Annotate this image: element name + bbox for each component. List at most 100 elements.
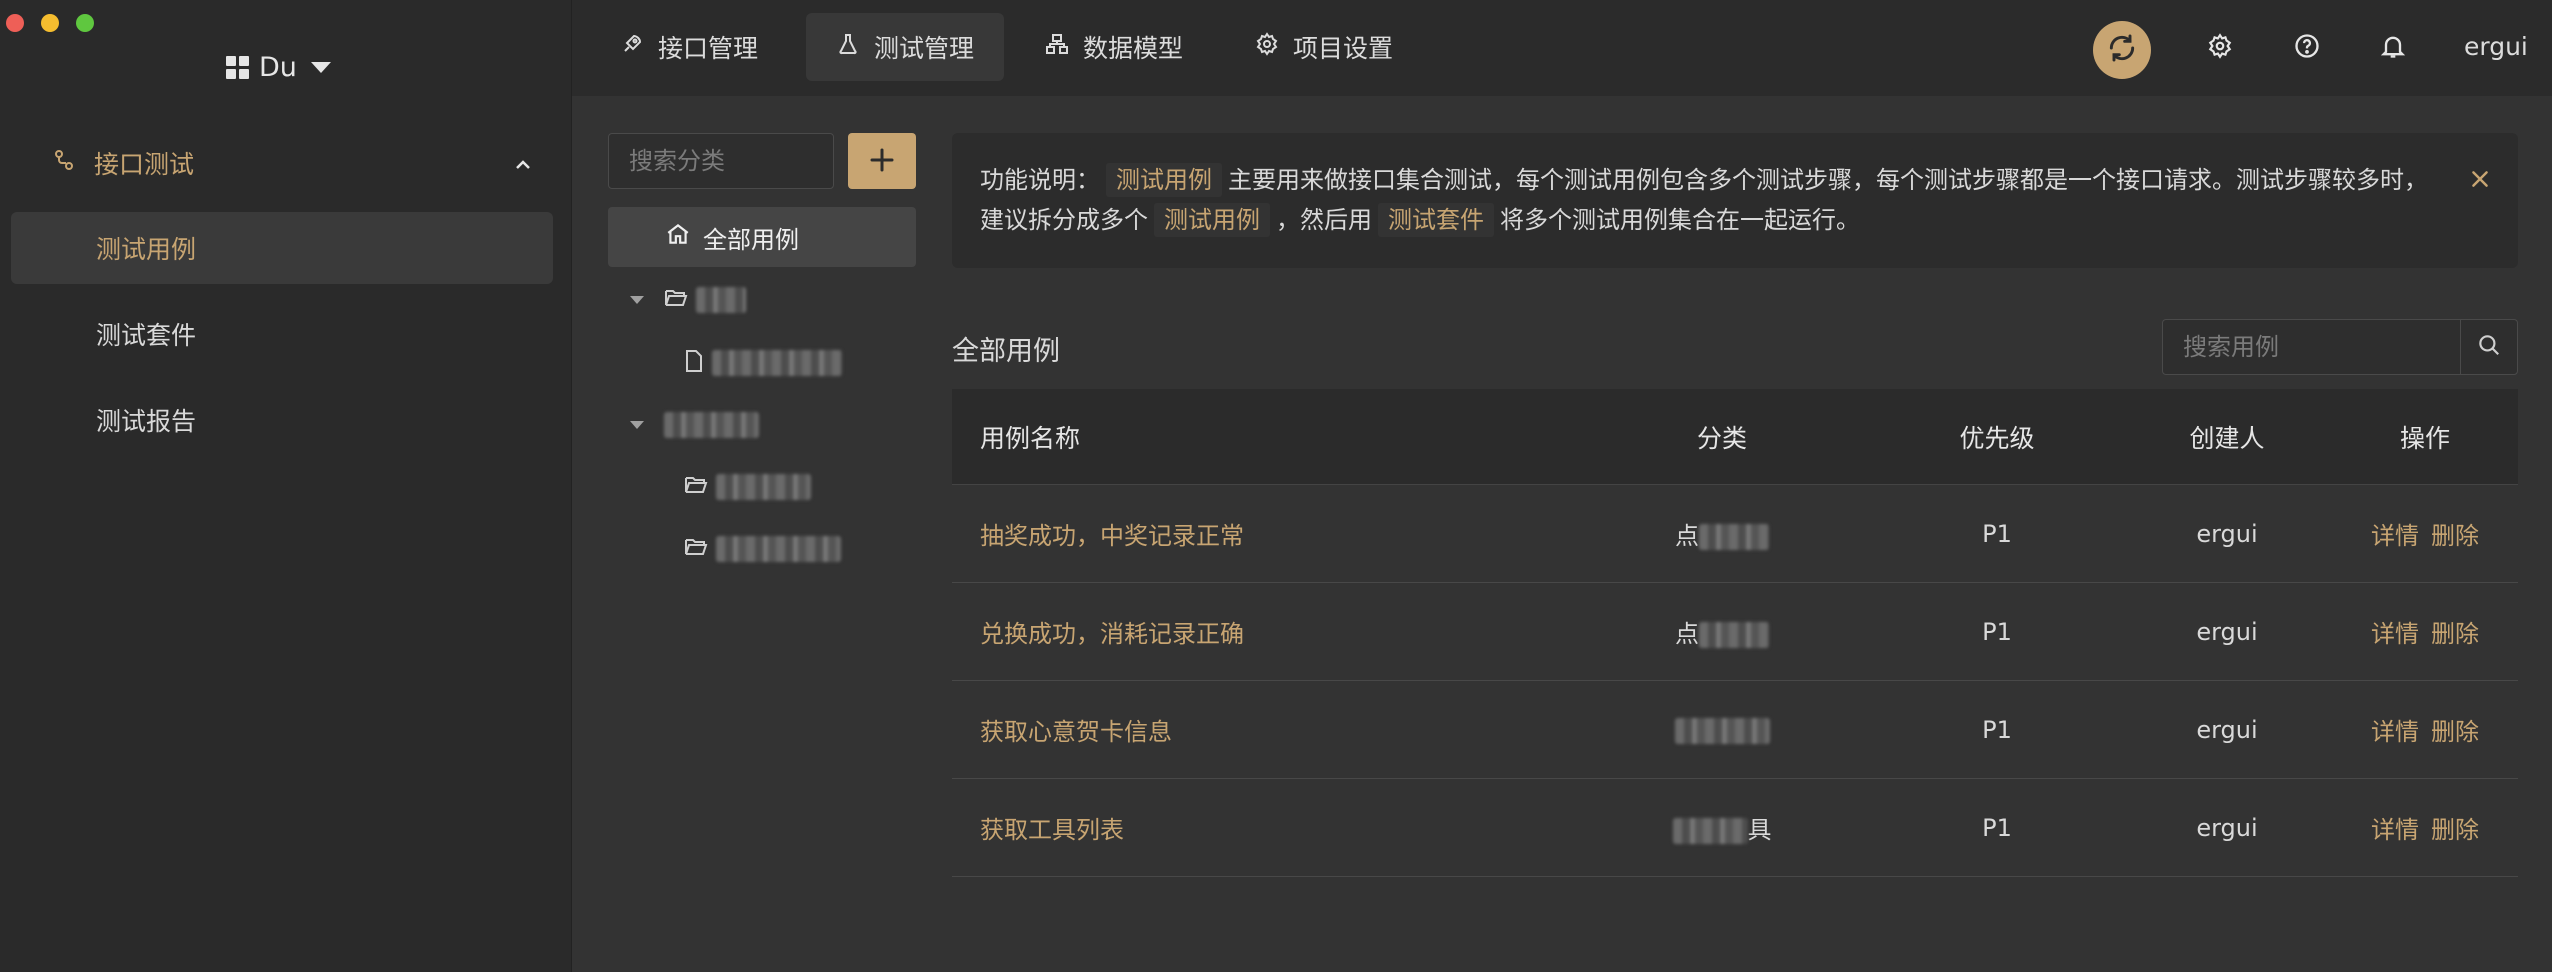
case-creator: ergui (2196, 813, 2258, 842)
tab-label: 测试管理 (874, 34, 975, 63)
notifications-button[interactable] (2377, 32, 2409, 64)
case-priority: P1 (1982, 715, 2012, 744)
category-label: 全部用例 (703, 225, 799, 254)
api-test-icon (52, 148, 76, 178)
detail-link[interactable]: 详情 (2371, 522, 2419, 550)
category-folder[interactable] (630, 287, 746, 313)
expand-caret-icon (630, 421, 644, 429)
close-notice-button[interactable] (2462, 163, 2498, 199)
table-row: 获取工具列表 具 P1 ergui 详情 删除 (952, 779, 2518, 877)
redacted-label (716, 536, 841, 562)
cases-table: 用例名称 分类 优先级 创建人 操作 抽奖成功，中奖记录正常 点 P1 ergu… (952, 389, 2518, 877)
grid-icon (226, 56, 249, 79)
user-menu[interactable]: ergui (2464, 32, 2528, 61)
nav-group-api-test[interactable]: 接口测试 (52, 143, 532, 183)
category-folder[interactable] (630, 412, 759, 438)
flask-icon (836, 32, 860, 62)
redacted-label (716, 474, 811, 500)
plus-icon (867, 145, 897, 178)
help-icon (2293, 32, 2321, 64)
close-window-button[interactable] (6, 14, 24, 32)
settings-button[interactable] (2204, 32, 2236, 64)
column-header: 用例名称 (980, 423, 1081, 453)
gear-icon (2207, 33, 2233, 63)
case-creator: ergui (2196, 617, 2258, 646)
redacted-label (1672, 818, 1748, 844)
table-row: 兑换成功，消耗记录正确 点 P1 ergui 详情 删除 (952, 583, 2518, 681)
case-category (1572, 716, 1872, 744)
notice-text: 功能说明： 测试用例 主要用来做接口集合测试，每个测试用例包含多个测试步骤，每个测试… (980, 160, 2430, 240)
tab-data-model[interactable]: 数据模型 (1015, 13, 1213, 81)
chevron-up-icon (514, 151, 532, 180)
section-title: 全部用例 (952, 336, 1060, 367)
sidebar-item-label: 测试用例 (96, 235, 197, 264)
case-category: 点 (1572, 614, 1872, 649)
term-highlight: 测试用例 (1106, 163, 1222, 197)
case-creator: ergui (2196, 715, 2258, 744)
column-header: 创建人 (2189, 423, 2265, 453)
maximize-window-button[interactable] (76, 14, 94, 32)
detail-link[interactable]: 详情 (2371, 620, 2419, 648)
delete-link[interactable]: 删除 (2431, 816, 2479, 844)
case-name-link[interactable]: 兑换成功，消耗记录正确 (980, 620, 1244, 648)
case-priority: P1 (1982, 813, 2012, 842)
column-header: 操作 (2399, 423, 2450, 453)
folder-open-icon (664, 287, 688, 313)
rocket-icon (620, 32, 644, 62)
caret-down-icon (310, 62, 331, 73)
nav-group-label: 接口测试 (94, 150, 195, 179)
file-icon (684, 349, 704, 377)
table-row: 抽奖成功，中奖记录正常 点 P1 ergui 详情 删除 (952, 485, 2518, 583)
tab-project-settings[interactable]: 项目设置 (1225, 13, 1423, 81)
case-name-link[interactable]: 获取心意贺卡信息 (980, 718, 1172, 746)
category-item[interactable] (684, 349, 842, 377)
sidebar-item-label: 测试套件 (96, 321, 197, 350)
workspace-name: Du (259, 52, 297, 83)
sidebar: Du 接口测试 测试用例 测试套件 测试报告 (0, 0, 572, 972)
case-name-link[interactable]: 获取工具列表 (980, 816, 1124, 844)
case-name-link[interactable]: 抽奖成功，中奖记录正常 (980, 522, 1244, 550)
case-search-input[interactable] (2163, 320, 2463, 374)
tab-label: 项目设置 (1293, 34, 1394, 63)
close-icon (2469, 168, 2491, 194)
bell-icon (2379, 32, 2407, 64)
term-highlight: 测试套件 (1378, 203, 1494, 237)
delete-link[interactable]: 删除 (2431, 620, 2479, 648)
category-search-input[interactable] (608, 133, 834, 189)
case-search-button[interactable] (2460, 320, 2517, 374)
sidebar-item-label: 测试报告 (96, 407, 197, 436)
tab-label: 接口管理 (658, 34, 759, 63)
category-item[interactable] (684, 536, 841, 562)
delete-link[interactable]: 删除 (2431, 522, 2479, 550)
sidebar-item-test-cases[interactable]: 测试用例 (11, 212, 553, 284)
detail-link[interactable]: 详情 (2371, 718, 2419, 746)
search-icon (2476, 332, 2502, 362)
tab-label: 数据模型 (1083, 34, 1184, 63)
add-category-button[interactable] (848, 133, 916, 189)
folder-open-icon (684, 536, 708, 562)
folder-open-icon (684, 474, 708, 500)
workspace-switcher[interactable]: Du (226, 52, 331, 83)
delete-link[interactable]: 删除 (2431, 718, 2479, 746)
redacted-label (696, 287, 746, 313)
term-highlight: 测试用例 (1154, 203, 1270, 237)
minimize-window-button[interactable] (41, 14, 59, 32)
redacted-label (1674, 717, 1770, 744)
sidebar-item-test-reports[interactable]: 测试报告 (11, 384, 553, 456)
column-header: 优先级 (1959, 423, 2035, 453)
help-button[interactable] (2291, 32, 2323, 64)
table-header: 用例名称 分类 优先级 创建人 操作 (952, 389, 2518, 485)
category-all-cases[interactable]: 全部用例 (608, 207, 916, 267)
tab-test-management[interactable]: 测试管理 (806, 13, 1005, 81)
redacted-label (1699, 524, 1769, 550)
case-priority: P1 (1982, 519, 2012, 548)
detail-link[interactable]: 详情 (2371, 816, 2419, 844)
home-icon (665, 221, 691, 253)
category-item[interactable] (684, 474, 811, 500)
sidebar-item-test-suites[interactable]: 测试套件 (11, 298, 553, 370)
sync-button[interactable] (2093, 21, 2151, 79)
tab-api-management[interactable]: 接口管理 (590, 13, 788, 81)
redacted-label (1699, 622, 1769, 648)
case-search (2162, 319, 2518, 375)
redacted-label (712, 350, 842, 376)
